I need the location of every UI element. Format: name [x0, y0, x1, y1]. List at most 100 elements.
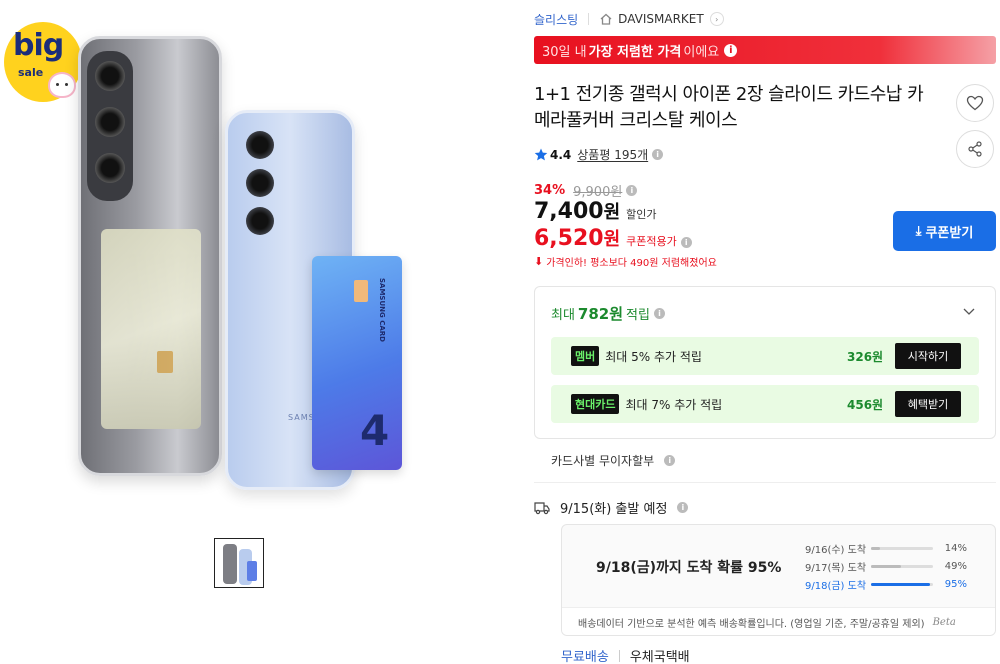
rewards-suffix: 적립	[626, 308, 650, 323]
reward-amount: 456원	[847, 397, 884, 412]
heart-icon	[966, 95, 984, 111]
reward-badge: 현대카드	[571, 394, 620, 414]
download-icon: ⤓	[915, 223, 922, 238]
share-icon	[968, 141, 982, 157]
info-icon[interactable]: i	[677, 502, 689, 513]
rating-score: 4.4	[550, 147, 572, 162]
start-membership-button[interactable]: 시작하기	[895, 343, 961, 369]
card-chip	[157, 351, 173, 373]
carrier-label: 우체국택배	[629, 650, 690, 664]
chevron-right-icon[interactable]: ›	[709, 12, 724, 26]
card-chip	[354, 280, 368, 302]
reward-row: 현대카드 최대 7% 추가 적립 456원 혜택받기	[551, 385, 979, 423]
coupon-price-tag: 쿠폰적용가	[626, 235, 677, 248]
estimate-bar	[871, 583, 933, 586]
shipping-type: 무료배송 우체국택배	[561, 646, 690, 664]
estimate-bar-fill	[871, 565, 902, 568]
product-title: 1+1 전기종 갤럭시 아이폰 2장 슬라이드 카드수납 카메라풀커버 크리스탈…	[534, 84, 924, 131]
info-icon[interactable]: i	[652, 149, 664, 160]
home-icon	[600, 13, 612, 25]
product-gallery: big sale SAMSUNG SAMSUNG CARD 4	[0, 0, 480, 664]
share-button[interactable]	[956, 130, 994, 168]
installment-label: 카드사별 무이자할부	[551, 454, 655, 468]
thumb-phone-back	[223, 544, 237, 584]
footnote-text: 배송데이터 기반으로 분석한 예측 배송확률입니다. (영업일 기준, 주말/공…	[578, 619, 925, 630]
delivery-probability-box: 9/18(금)까지 도착 확률 95% 9/16(수) 도착 14% 9/17(…	[561, 524, 996, 636]
camera-lens-icon	[95, 153, 125, 183]
camera-lens-icon	[95, 107, 125, 137]
rewards-prefix: 최대	[551, 308, 575, 323]
thumbnail-image[interactable]	[214, 538, 264, 588]
info-icon[interactable]: i	[724, 43, 738, 57]
estimate-bar	[871, 565, 933, 568]
product-info: 슬리스팅 DAVISMARKET › 30일 내 가장 저렴한 가격 이에요 i…	[534, 0, 1000, 664]
estimate-bar	[871, 547, 933, 550]
thumb-card	[247, 561, 257, 581]
shipping-departure: 9/15(화) 출발 예정 i	[534, 498, 689, 517]
lowest-price-banner: 30일 내 가장 저렴한 가격 이에요 i	[534, 36, 996, 64]
coupon-price-amount: 6,520	[534, 226, 604, 251]
star-icon	[534, 148, 548, 161]
reward-desc: 최대 5% 추가 적립	[605, 349, 702, 364]
coupon-price-unit: 원	[603, 229, 621, 250]
camera-module	[87, 51, 133, 201]
down-arrow-icon: ⬇	[534, 255, 544, 268]
card-slot	[101, 229, 201, 429]
estimate-percent: 95%	[944, 579, 967, 590]
delivery-footnote: 배송데이터 기반으로 분석한 예측 배송확률입니다. (영업일 기준, 주말/공…	[562, 607, 995, 635]
truck-icon	[534, 501, 550, 514]
sale-price-amount: 7,400	[534, 199, 604, 224]
breadcrumb-category-link[interactable]: 슬리스팅	[534, 11, 578, 28]
beta-label: Beta	[932, 617, 956, 628]
free-shipping-label: 무료배송	[561, 650, 609, 664]
reward-badge: 멤버	[571, 346, 600, 366]
reviews-link[interactable]: 상품평 195개	[577, 146, 648, 163]
estimate-bar-fill	[871, 583, 930, 586]
mascot-icon	[48, 72, 76, 98]
breadcrumb-divider	[588, 13, 590, 25]
camera-lens-icon	[246, 131, 274, 159]
delivery-probability: 9/18(금)까지 도착 확률 95%	[596, 560, 782, 576]
promo-highlight: 가장 저렴한 가격	[588, 44, 682, 60]
promo-prefix: 30일 내	[542, 44, 587, 60]
info-icon[interactable]: i	[626, 185, 638, 196]
sale-price: 7,400 원 할인가	[534, 198, 657, 224]
promo-suffix: 이에요	[683, 44, 720, 60]
rewards-panel: 최대 782원 적립 i 멤버 최대 5% 추가 적립 326원 시작하기 현대…	[534, 286, 996, 439]
divider	[618, 649, 620, 662]
estimate-date: 9/16(수) 도착	[805, 545, 867, 556]
wishlist-button[interactable]	[956, 84, 994, 122]
sale-price-tag: 할인가	[626, 208, 657, 221]
blue-card-image: SAMSUNG CARD 4	[312, 256, 402, 470]
departure-text: 9/15(화) 출발 예정	[560, 502, 668, 517]
rating-summary: 4.4 상품평 195개 i	[534, 146, 664, 163]
coupon-button-label: 쿠폰받기	[925, 224, 974, 240]
estimate-percent: 49%	[944, 561, 967, 572]
info-icon[interactable]: i	[653, 308, 665, 319]
coupon-price: 6,520 원 쿠폰적용가 i	[534, 225, 692, 251]
breadcrumb: 슬리스팅 DAVISMARKET ›	[534, 10, 724, 28]
discount-percent: 34%	[534, 183, 566, 198]
delivery-estimate-row: 9/18(금) 도착 95%	[805, 577, 967, 592]
price-drop-text: 가격인하! 평소보다 490원 저렴해졌어요	[546, 258, 717, 269]
product-image-back-case	[78, 36, 222, 476]
sale-price-unit: 원	[603, 202, 621, 223]
info-icon[interactable]: i	[680, 237, 692, 248]
camera-lens-icon	[95, 61, 125, 91]
camera-lens-icon	[246, 207, 274, 235]
camera-lens-icon	[246, 169, 274, 197]
coupon-download-button[interactable]: ⤓ 쿠폰받기	[893, 211, 996, 251]
get-benefit-button[interactable]: 혜택받기	[895, 391, 961, 417]
rewards-amount: 782원	[577, 305, 624, 323]
price-drop-note: ⬇ 가격인하! 평소보다 490원 저렴해졌어요	[534, 254, 717, 269]
reward-row: 멤버 최대 5% 추가 적립 326원 시작하기	[551, 337, 979, 375]
store-link[interactable]: DAVISMARKET	[618, 12, 704, 26]
info-icon[interactable]: i	[664, 455, 676, 466]
estimate-date: 9/18(금) 도착	[805, 581, 867, 592]
installment-info[interactable]: 카드사별 무이자할부 i	[551, 452, 676, 469]
estimate-date: 9/17(목) 도착	[805, 563, 867, 574]
badge-sale-text: sale	[18, 66, 44, 79]
chevron-down-icon[interactable]	[963, 305, 975, 317]
divider	[534, 482, 996, 483]
big-sale-badge: big sale	[4, 22, 82, 102]
